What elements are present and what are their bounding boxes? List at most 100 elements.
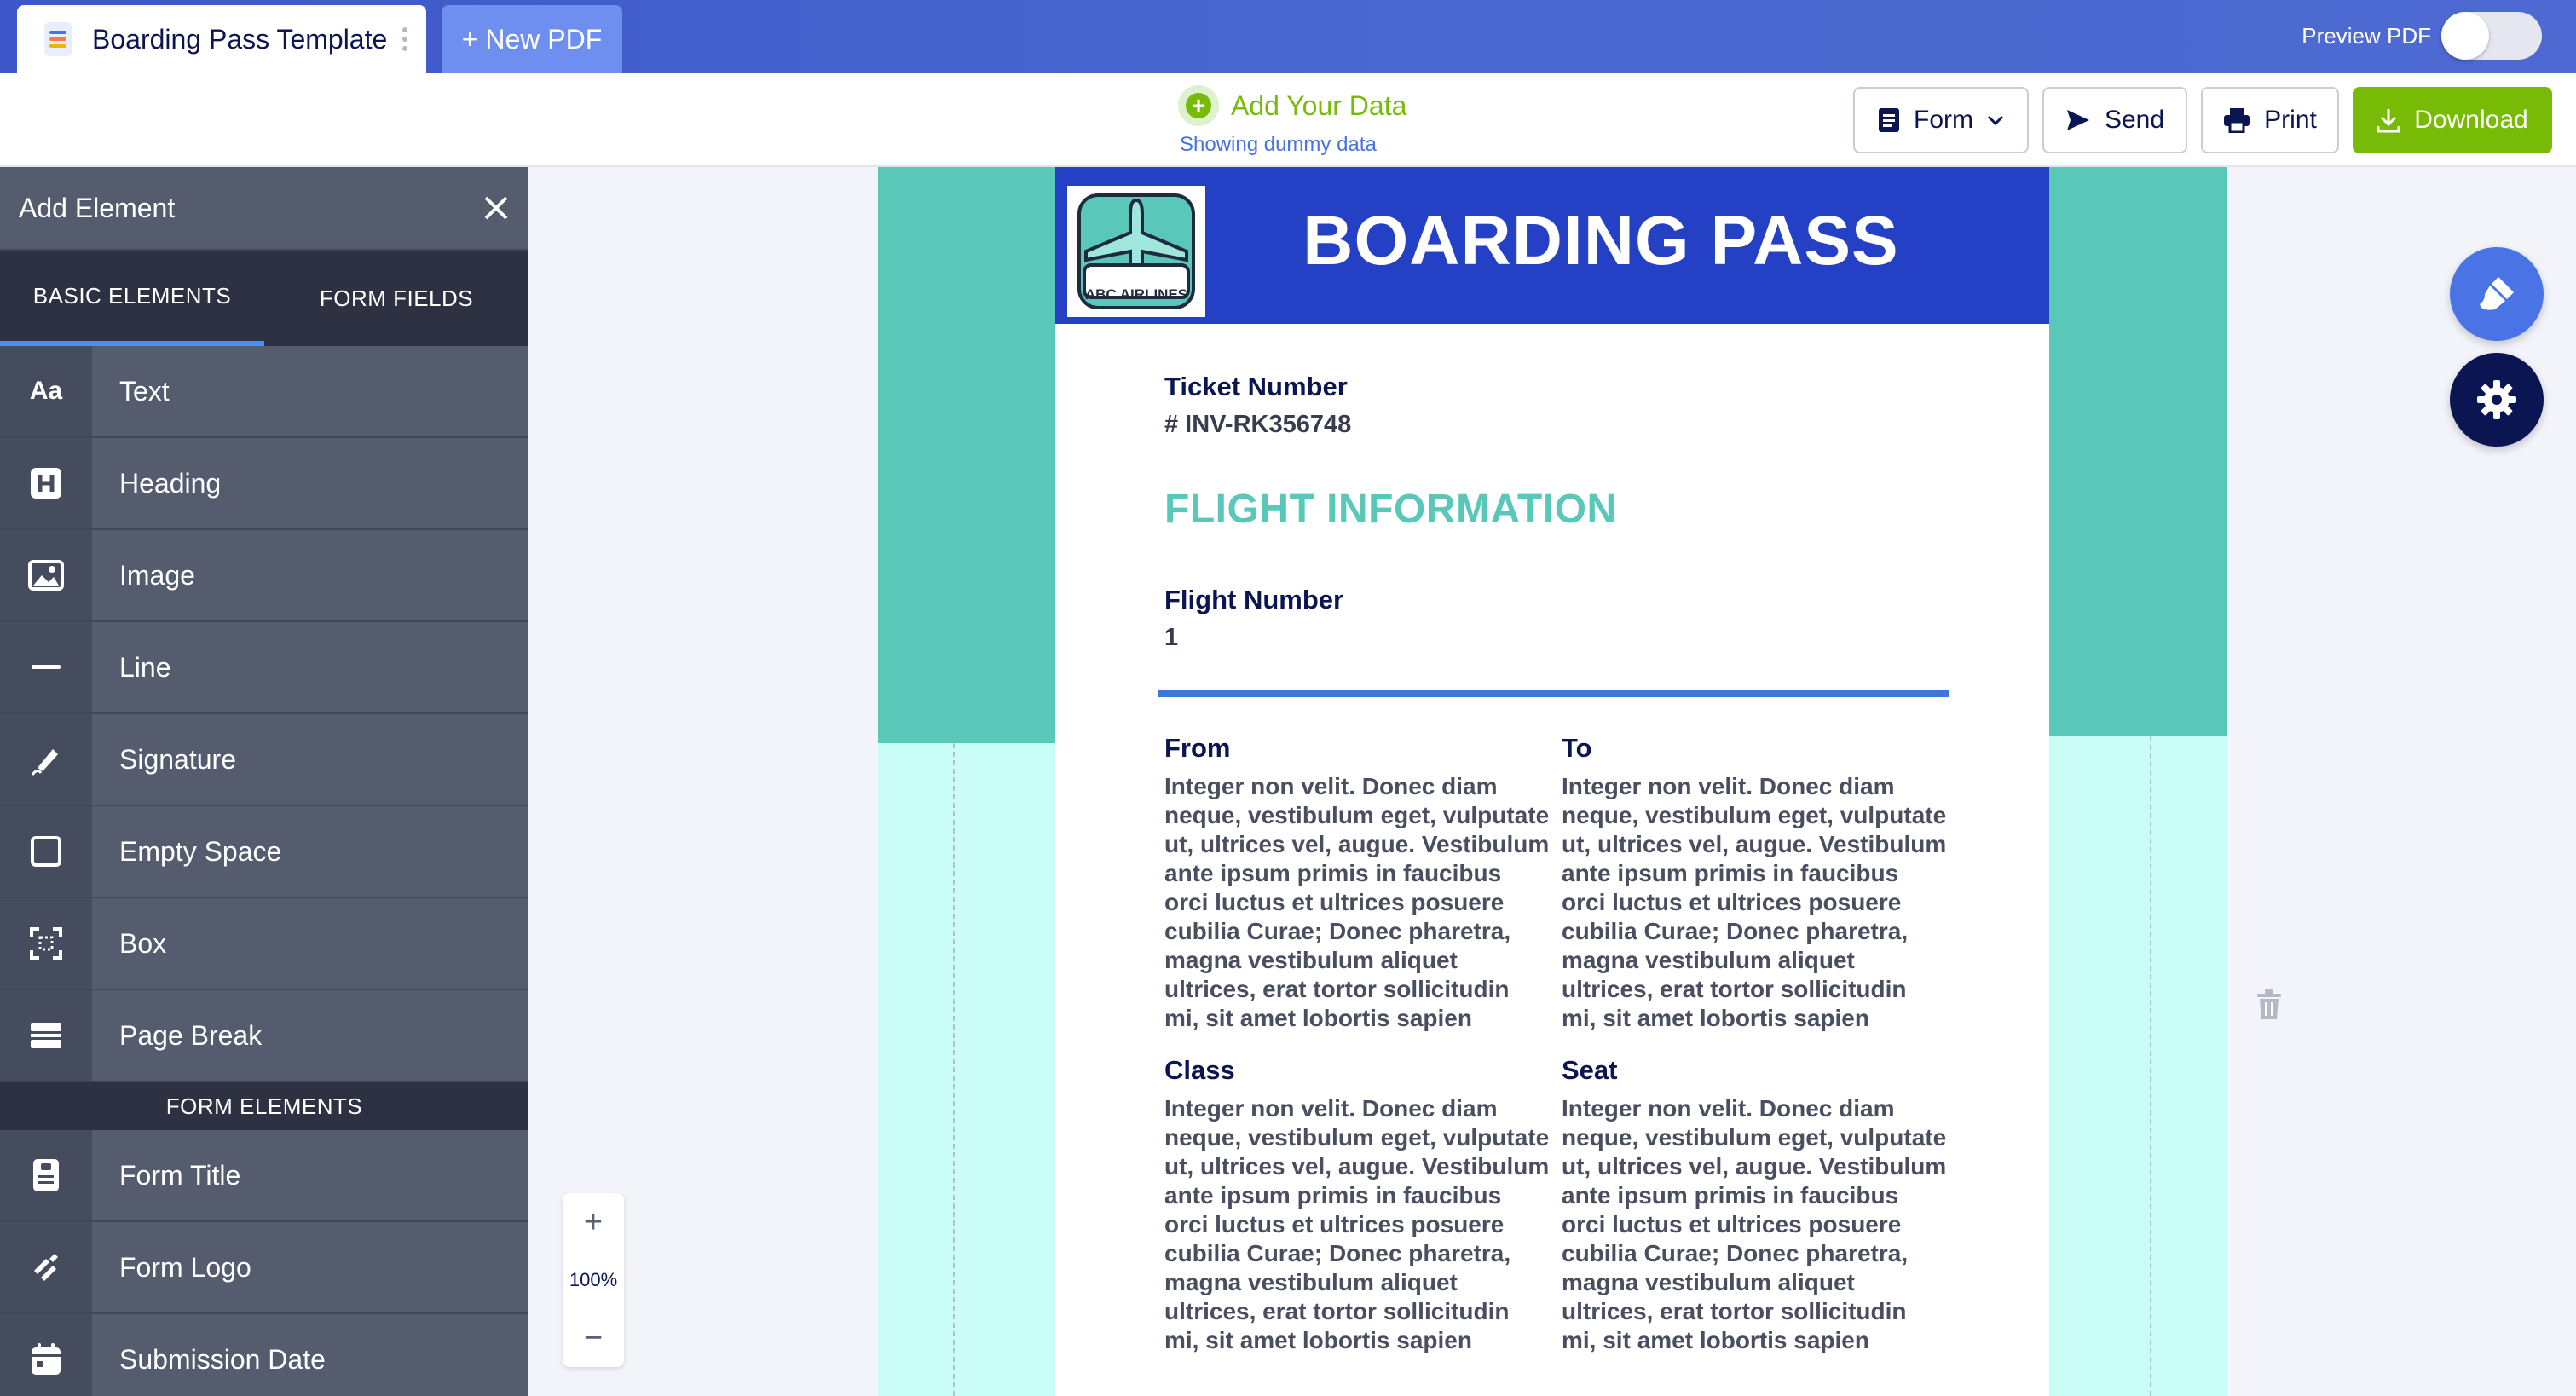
trash-icon[interactable] bbox=[2255, 989, 2283, 1025]
close-icon[interactable] bbox=[482, 194, 510, 222]
toggle-knob bbox=[2441, 12, 2489, 60]
element-label: Box bbox=[119, 927, 167, 959]
element-label: Heading bbox=[119, 467, 222, 499]
element-label: Signature bbox=[119, 743, 236, 775]
top-bar: Boarding Pass Template + New PDF Preview… bbox=[0, 0, 2576, 73]
ticket-number-label[interactable]: Ticket Number bbox=[1164, 372, 1348, 402]
element-submission-date[interactable]: Submission Date bbox=[0, 1314, 528, 1396]
zoom-out-button[interactable]: − bbox=[584, 1314, 603, 1362]
plus-circle-icon: + bbox=[1178, 85, 1219, 126]
to-value[interactable]: Integer non velit. Donec diam neque, ves… bbox=[1562, 772, 1947, 1033]
element-page-break[interactable]: Page Break bbox=[0, 990, 528, 1082]
panel-title: Add Element bbox=[19, 192, 176, 223]
send-icon bbox=[2066, 110, 2089, 130]
download-button[interactable]: Download bbox=[2353, 87, 2552, 153]
download-button-label: Download bbox=[2414, 106, 2528, 134]
heading-icon bbox=[0, 438, 92, 528]
zoom-in-button[interactable]: + bbox=[584, 1198, 603, 1246]
element-empty-space[interactable]: Empty Space bbox=[0, 806, 528, 898]
blue-divider-line[interactable] bbox=[1158, 690, 1949, 697]
form-document-icon bbox=[1879, 108, 1899, 132]
panel-tabs: BASIC ELEMENTS FORM FIELDS bbox=[0, 251, 528, 346]
zoom-control: + 100% − bbox=[563, 1193, 624, 1367]
settings-button[interactable] bbox=[2450, 353, 2544, 447]
element-label: Page Break bbox=[119, 1019, 263, 1051]
element-label: Submission Date bbox=[119, 1343, 326, 1375]
from-value[interactable]: Integer non velit. Donec diam neque, ves… bbox=[1164, 772, 1550, 1033]
dummy-data-note[interactable]: Showing dummy data bbox=[1180, 133, 1377, 157]
image-icon bbox=[0, 530, 92, 620]
box-icon bbox=[0, 898, 92, 989]
teal-panel-left bbox=[878, 167, 1055, 743]
seat-value[interactable]: Integer non velit. Donec diam neque, ves… bbox=[1562, 1094, 1947, 1355]
print-button-label: Print bbox=[2264, 106, 2317, 134]
element-form-title[interactable]: Form Title bbox=[0, 1130, 528, 1222]
line-icon bbox=[0, 622, 92, 712]
preview-pdf-control: Preview PDF bbox=[2302, 12, 2542, 60]
logo-text: ABC AIRLINES bbox=[1084, 286, 1188, 303]
element-line[interactable]: Line bbox=[0, 622, 528, 714]
download-icon bbox=[2377, 109, 2400, 133]
add-your-data-label: Add Your Data bbox=[1231, 89, 1407, 121]
preview-pdf-label: Preview PDF bbox=[2302, 22, 2431, 49]
flight-information-heading[interactable]: FLIGHT INFORMATION bbox=[1164, 486, 1617, 533]
paint-brush-icon bbox=[2480, 277, 2514, 310]
new-pdf-tab[interactable]: + New PDF bbox=[442, 5, 622, 73]
element-label: Form Logo bbox=[119, 1251, 251, 1283]
mint-panel-right bbox=[2049, 736, 2227, 1396]
printer-icon bbox=[2224, 108, 2250, 133]
airline-logo[interactable]: ABC AIRLINES bbox=[1067, 186, 1205, 317]
element-box[interactable]: Box bbox=[0, 898, 528, 990]
element-heading[interactable]: Heading bbox=[0, 438, 528, 530]
preview-pdf-toggle[interactable] bbox=[2441, 12, 2542, 60]
flight-number-value[interactable]: 1 bbox=[1164, 624, 1178, 652]
margin-guide-left bbox=[953, 743, 955, 1396]
class-value[interactable]: Integer non velit. Donec diam neque, ves… bbox=[1164, 1094, 1550, 1355]
from-label[interactable]: From bbox=[1164, 733, 1231, 764]
more-options-icon[interactable] bbox=[402, 27, 407, 51]
send-button-label: Send bbox=[2104, 106, 2165, 134]
class-label[interactable]: Class bbox=[1164, 1055, 1235, 1086]
toolbar: + Add Your Data Showing dummy data Form … bbox=[0, 73, 2576, 167]
seat-label[interactable]: Seat bbox=[1562, 1055, 1617, 1086]
send-button[interactable]: Send bbox=[2042, 87, 2187, 153]
mint-panel-left bbox=[878, 743, 1055, 1396]
teal-panel-right bbox=[2049, 167, 2227, 736]
to-label[interactable]: To bbox=[1562, 733, 1592, 764]
zoom-level: 100% bbox=[569, 1269, 618, 1290]
tab-form-fields[interactable]: FORM FIELDS bbox=[264, 251, 528, 346]
form-dropdown-button[interactable]: Form bbox=[1853, 87, 2029, 153]
form-title-icon bbox=[0, 1130, 92, 1220]
element-label: Form Title bbox=[119, 1159, 241, 1191]
panel-header: Add Element bbox=[0, 167, 528, 251]
document-tab[interactable]: Boarding Pass Template bbox=[17, 5, 426, 73]
gear-icon bbox=[2477, 380, 2516, 419]
chevron-down-icon bbox=[1987, 115, 2004, 126]
add-your-data-button[interactable]: + Add Your Data bbox=[1178, 85, 1406, 126]
element-form-logo[interactable]: Form Logo bbox=[0, 1222, 528, 1314]
add-element-panel: Add Element BASIC ELEMENTS FORM FIELDS A… bbox=[0, 167, 528, 1396]
form-elements-header: FORM ELEMENTS bbox=[0, 1082, 528, 1130]
document-tab-title: Boarding Pass Template bbox=[92, 23, 388, 55]
form-logo-icon bbox=[0, 1222, 92, 1312]
calendar-icon bbox=[0, 1314, 92, 1396]
margin-guide-right bbox=[2150, 736, 2151, 1396]
form-button-label: Form bbox=[1914, 106, 1973, 134]
signature-icon bbox=[0, 714, 92, 805]
flight-number-label[interactable]: Flight Number bbox=[1164, 585, 1343, 615]
page-break-icon bbox=[0, 990, 92, 1081]
pdf-page bbox=[878, 167, 2227, 1396]
designer-button[interactable] bbox=[2450, 247, 2544, 341]
element-text[interactable]: Aa Text bbox=[0, 346, 528, 438]
element-label: Text bbox=[119, 375, 170, 407]
ticket-number-value[interactable]: # INV-RK356748 bbox=[1164, 411, 1351, 439]
empty-space-icon bbox=[0, 806, 92, 897]
element-signature[interactable]: Signature bbox=[0, 714, 528, 806]
banner-title[interactable]: BOARDING PASS bbox=[1226, 201, 1976, 281]
element-label: Empty Space bbox=[119, 835, 282, 867]
element-label: Line bbox=[119, 651, 171, 683]
tab-basic-elements[interactable]: BASIC ELEMENTS bbox=[0, 251, 264, 346]
element-label: Image bbox=[119, 559, 195, 591]
element-image[interactable]: Image bbox=[0, 530, 528, 622]
print-button[interactable]: Print bbox=[2201, 87, 2339, 153]
